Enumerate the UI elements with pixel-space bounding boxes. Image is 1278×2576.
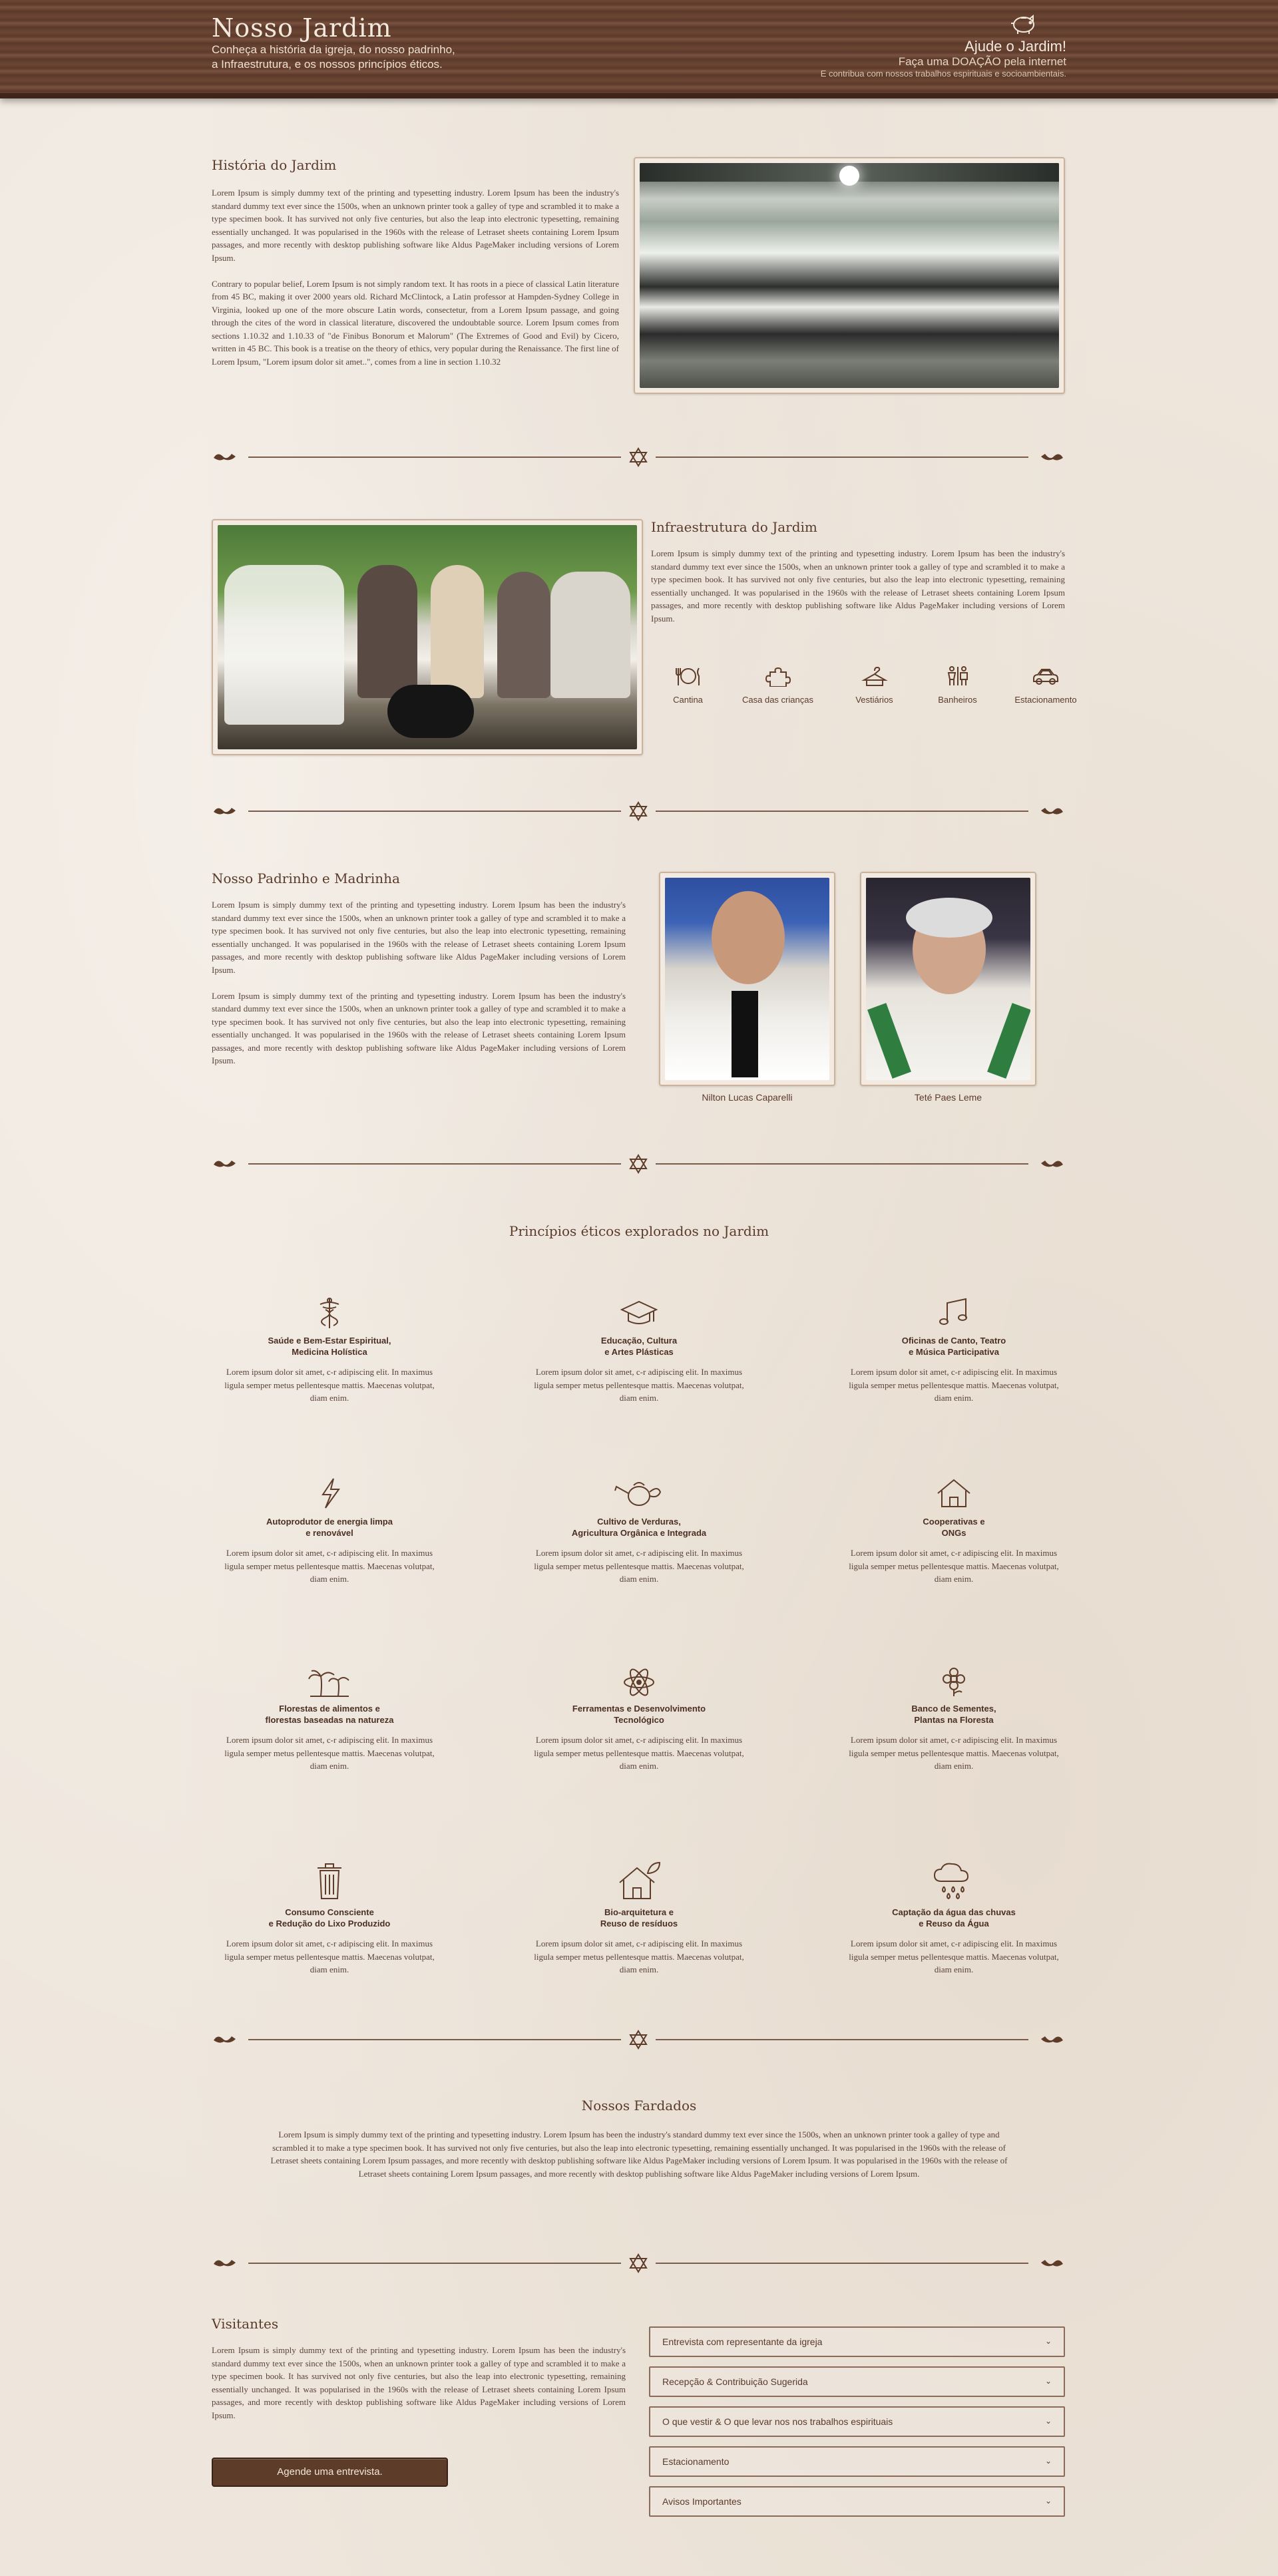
chevron-down-icon: ⌄ bbox=[1044, 2456, 1052, 2466]
atom-icon bbox=[624, 1668, 654, 1696]
principle-item: Banco de Sementes, Plantas na Floresta L… bbox=[844, 1667, 1064, 1773]
leaf-house-icon bbox=[619, 1861, 661, 1899]
principle-item: Cultivo de Verduras, Agricultura Orgânic… bbox=[529, 1476, 749, 1586]
principle-item: Bio-arquitetura e Reuso de resíduos Lore… bbox=[529, 1860, 749, 1976]
ornament-left-icon bbox=[214, 2260, 236, 2267]
schedule-interview-button[interactable]: Agende uma entrevista. bbox=[212, 2458, 448, 2487]
trash-can-icon bbox=[318, 1863, 341, 1899]
principle-item: Cooperativas e ONGs Lorem ipsum dolor si… bbox=[844, 1476, 1064, 1586]
donate-subtitle: Faça uma DOAÇÃO pela internet bbox=[898, 55, 1066, 68]
principios-title: Princípios éticos explorados no Jardim bbox=[509, 1223, 769, 1239]
restroom-icon bbox=[947, 666, 968, 685]
star-of-david-icon bbox=[629, 447, 648, 467]
section-divider bbox=[212, 2030, 1065, 2050]
star-of-david-icon bbox=[629, 1154, 648, 1174]
principle-item: Saúde e Bem-Estar Espiritual, Medicina H… bbox=[220, 1296, 439, 1405]
watering-can-icon bbox=[614, 1482, 662, 1506]
chevron-down-icon: ⌄ bbox=[1044, 2416, 1052, 2426]
amenities-list: Cantina Casa das crianças Vestiários Ban… bbox=[653, 665, 1086, 705]
donate-title: Ajude o Jardim! bbox=[964, 38, 1066, 55]
padrinho-photo bbox=[659, 872, 835, 1086]
star-of-david-icon bbox=[629, 2253, 648, 2273]
infra-title: Infraestrutura do Jardim bbox=[651, 519, 817, 535]
house-icon bbox=[937, 1479, 970, 1507]
ornament-left-icon bbox=[214, 808, 236, 815]
donate-note: E contribua com nossos trabalhos espirit… bbox=[820, 69, 1066, 79]
historia-photo bbox=[634, 157, 1065, 394]
puzzle-icon bbox=[765, 667, 791, 687]
amenity-vestiarios: Vestiários bbox=[839, 665, 909, 705]
ornament-right-icon bbox=[1041, 2260, 1063, 2267]
flower-icon bbox=[943, 1668, 965, 1696]
ornament-right-icon bbox=[1041, 808, 1063, 815]
lightning-icon bbox=[321, 1478, 340, 1509]
hanger-icon bbox=[861, 666, 888, 686]
ornament-left-icon bbox=[214, 454, 236, 460]
historia-text: Lorem Ipsum is simply dummy text of the … bbox=[212, 188, 619, 367]
padrinho-text: Lorem Ipsum is simply dummy text of the … bbox=[212, 900, 626, 1065]
amenity-casa-criancas: Casa das crianças bbox=[736, 665, 819, 705]
amenity-banheiros: Banheiros bbox=[923, 665, 992, 705]
visitantes-title: Visitantes bbox=[212, 2316, 279, 2332]
amenity-estacionamento: Estacionamento bbox=[1006, 665, 1086, 705]
section-divider bbox=[212, 801, 1065, 821]
infra-text: Lorem Ipsum is simply dummy text of the … bbox=[651, 548, 1065, 624]
visitantes-text: Lorem Ipsum is simply dummy text of the … bbox=[212, 2345, 626, 2420]
principle-item: Educação, Cultura e Artes Plásticas Lore… bbox=[529, 1296, 749, 1405]
principle-item: Florestas de alimentos e florestas basea… bbox=[220, 1667, 439, 1773]
madrinha-name: Teté Paes Leme bbox=[914, 1092, 982, 1103]
chevron-down-icon: ⌄ bbox=[1044, 2496, 1052, 2505]
piggy-bank-icon bbox=[1009, 12, 1040, 38]
site-logo[interactable]: Nosso Jardim Conheça a história da igrej… bbox=[212, 13, 455, 72]
principle-item: Oficinas de Canto, Teatro e Música Parti… bbox=[844, 1296, 1064, 1405]
principle-item: Autoprodutor de energia limpa e renováve… bbox=[220, 1476, 439, 1586]
utensils-icon bbox=[675, 667, 700, 685]
chevron-down-icon: ⌄ bbox=[1044, 2376, 1052, 2386]
accordion-item-estacionamento[interactable]: Estacionamento ⌄ bbox=[649, 2446, 1065, 2477]
car-icon bbox=[1033, 669, 1058, 685]
accordion-item-recepcao[interactable]: Recepção & Contribuição Sugerida ⌄ bbox=[649, 2366, 1065, 2397]
star-of-david-icon bbox=[629, 801, 648, 821]
fardados-title: Nossos Fardados bbox=[581, 2098, 697, 2114]
amenity-cantina: Cantina bbox=[653, 665, 723, 705]
graduation-cap-icon bbox=[620, 1300, 658, 1324]
ornament-right-icon bbox=[1041, 454, 1063, 460]
donate-banner[interactable]: Ajude o Jardim! Faça uma DOAÇÃO pela int… bbox=[821, 12, 1066, 79]
site-title: Nosso Jardim bbox=[212, 13, 392, 43]
ornament-right-icon bbox=[1041, 1161, 1063, 1167]
principle-item: Consumo Consciente e Redução do Lixo Pro… bbox=[220, 1860, 439, 1976]
section-divider bbox=[212, 1154, 1065, 1174]
ornament-left-icon bbox=[214, 2036, 236, 2043]
infra-photo bbox=[212, 519, 643, 755]
principle-item: Ferramentas e Desenvolvimento Tecnológic… bbox=[529, 1667, 749, 1773]
accordion-item-avisos[interactable]: Avisos Importantes ⌄ bbox=[649, 2486, 1065, 2517]
star-of-david-icon bbox=[629, 2030, 648, 2050]
accordion-item-vestir[interactable]: O que vestir & O que levar nos nos traba… bbox=[649, 2406, 1065, 2437]
padrinho-name: Nilton Lucas Caparelli bbox=[702, 1092, 793, 1103]
music-note-icon bbox=[939, 1298, 967, 1325]
fardados-text: Lorem Ipsum is simply dummy text of the … bbox=[270, 2129, 1008, 2179]
ornament-left-icon bbox=[214, 1161, 236, 1167]
site-header: Nosso Jardim Conheça a história da igrej… bbox=[0, 0, 1278, 98]
principle-item: Captação da água das chuvas e Reuso da Á… bbox=[844, 1860, 1064, 1976]
section-divider bbox=[212, 2253, 1065, 2273]
section-divider bbox=[212, 447, 1065, 467]
caduceus-icon bbox=[320, 1298, 339, 1328]
chevron-down-icon: ⌄ bbox=[1044, 2336, 1052, 2346]
padrinho-title: Nosso Padrinho e Madrinha bbox=[212, 870, 400, 886]
rain-cloud-icon bbox=[933, 1863, 969, 1900]
historia-title: História do Jardim bbox=[212, 157, 337, 173]
palm-trees-icon bbox=[308, 1670, 349, 1697]
accordion-item-entrevista[interactable]: Entrevista com representante da igreja ⌄ bbox=[649, 2326, 1065, 2357]
ornament-right-icon bbox=[1041, 2036, 1063, 2043]
madrinha-photo bbox=[860, 872, 1036, 1086]
site-subtitle: Conheça a história da igreja, do nosso p… bbox=[212, 43, 455, 71]
